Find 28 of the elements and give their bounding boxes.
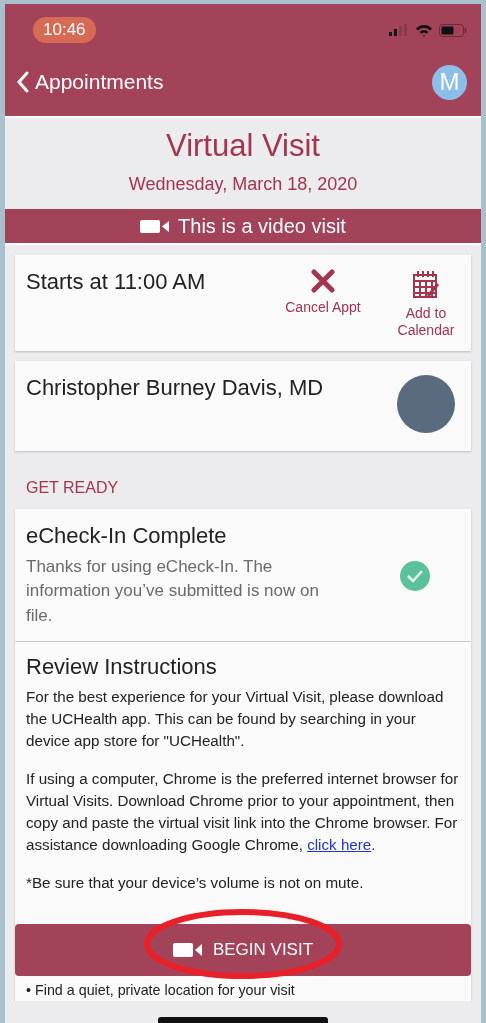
video-camera-icon: [172, 942, 203, 958]
click-here-link[interactable]: click here: [307, 835, 372, 853]
battery-icon: [439, 23, 467, 37]
back-link[interactable]: Appointments: [17, 70, 164, 94]
begin-visit-button[interactable]: BEGIN VISIT: [15, 924, 471, 976]
echeckin-text: Thanks for using eCheck-In. The information you’ve submitted is now on file.: [26, 555, 320, 627]
instruction-line: • Find a quiet, private location for your visit: [26, 981, 296, 1000]
calendar-icon: [412, 269, 440, 299]
add-calendar-link[interactable]: Add to Calendar: [391, 269, 461, 339]
wifi-icon: [415, 23, 433, 37]
start-time: Starts at 11:00 AM: [26, 269, 206, 296]
instruction-paragraph: If using a computer, Chrome is the preferred internet browser for Virtual Visits. Download Chrome prior to your appointment, then copy and paste the virtual visit link into the Chrome browser. For assistance downloading Google Chrome, click here.: [26, 768, 460, 855]
cancel-link[interactable]: Cancel Appt: [277, 269, 369, 339]
instructions-title: Review Instructions: [26, 653, 218, 680]
video-camera-icon: [140, 218, 171, 234]
video-visit-banner: This is a video visit: [5, 209, 481, 245]
visit-date: Wednesday, March 18, 2020: [127, 174, 359, 195]
instruction-paragraph: For the best experience for your Virtual Visit, please download the UCHealth app. This can be found by searching in your device app store for "UCHealth".: [26, 686, 445, 751]
close-icon: [311, 269, 335, 293]
signal-icon: [389, 24, 409, 36]
provider-name: Christopher Burney Davis, MD: [26, 374, 324, 402]
instruction-paragraph: *Be sure that your device’s volume is not on mute.: [26, 872, 365, 893]
photo-placeholder: [397, 374, 455, 433]
section-heading: GET READY: [25, 477, 120, 498]
echeckin-title: eCheck-In Complete: [26, 522, 228, 549]
page-title: Virtual Visit: [165, 128, 321, 164]
status-time: 10:46: [33, 17, 96, 43]
chevron-left-icon: [17, 71, 29, 93]
